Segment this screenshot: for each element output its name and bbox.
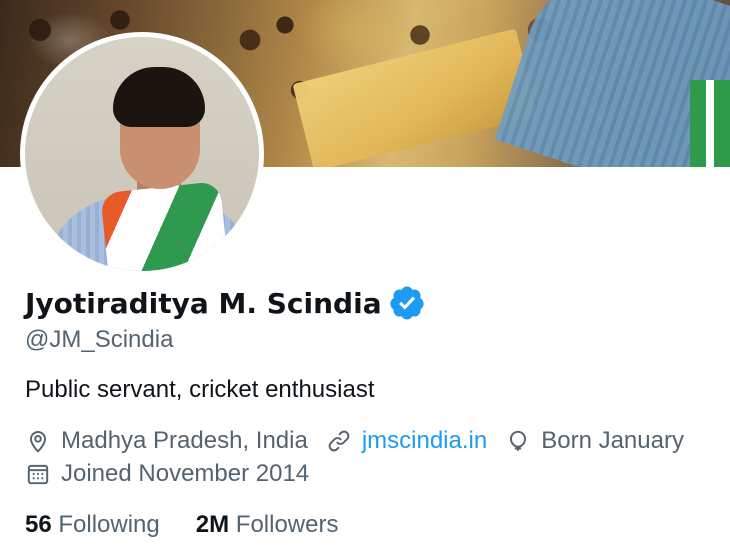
balloon-icon [510, 430, 527, 451]
followers-link[interactable]: 2M Followers [196, 511, 339, 539]
following-link[interactable]: 56 Following [25, 511, 160, 539]
banner-stole [690, 80, 730, 167]
joined-text: Joined November 2014 [61, 460, 310, 487]
calendar-icon [27, 464, 49, 485]
display-name-row: Jyotiraditya M. Scindia [25, 284, 426, 322]
following-count: 56 [25, 511, 52, 538]
followers-count: 2M [195, 511, 230, 538]
avatar[interactable] [25, 37, 259, 271]
birthday-item: Born January [505, 427, 684, 455]
profile-meta-row: Madhya Pradesh, India jmscindia.in Born … [25, 427, 702, 455]
bio: Public servant, cricket enthusiast [25, 376, 375, 403]
avatar-hair [113, 67, 205, 127]
avatar-scarf [100, 181, 230, 271]
website-link[interactable]: jmscindia.in [362, 427, 487, 455]
location-item: Madhya Pradesh, India [25, 427, 308, 455]
website-item[interactable]: jmscindia.in [326, 427, 487, 455]
handle: @JM_Scindia [25, 326, 174, 353]
joined-item: Joined November 2014 [25, 460, 309, 488]
follow-stats: 56 Following 2M Followers [25, 511, 374, 539]
birthday-text: Born January [541, 427, 684, 454]
location-pin-icon [29, 431, 47, 453]
display-name: Jyotiraditya M. Scindia [25, 286, 382, 320]
verified-badge-icon[interactable] [388, 284, 426, 322]
followers-label: Followers [235, 511, 339, 538]
link-icon [328, 430, 350, 452]
location-text: Madhya Pradesh, India [61, 427, 308, 454]
profile-meta-row-2: Joined November 2014 [25, 460, 327, 488]
following-label: Following [58, 511, 160, 538]
